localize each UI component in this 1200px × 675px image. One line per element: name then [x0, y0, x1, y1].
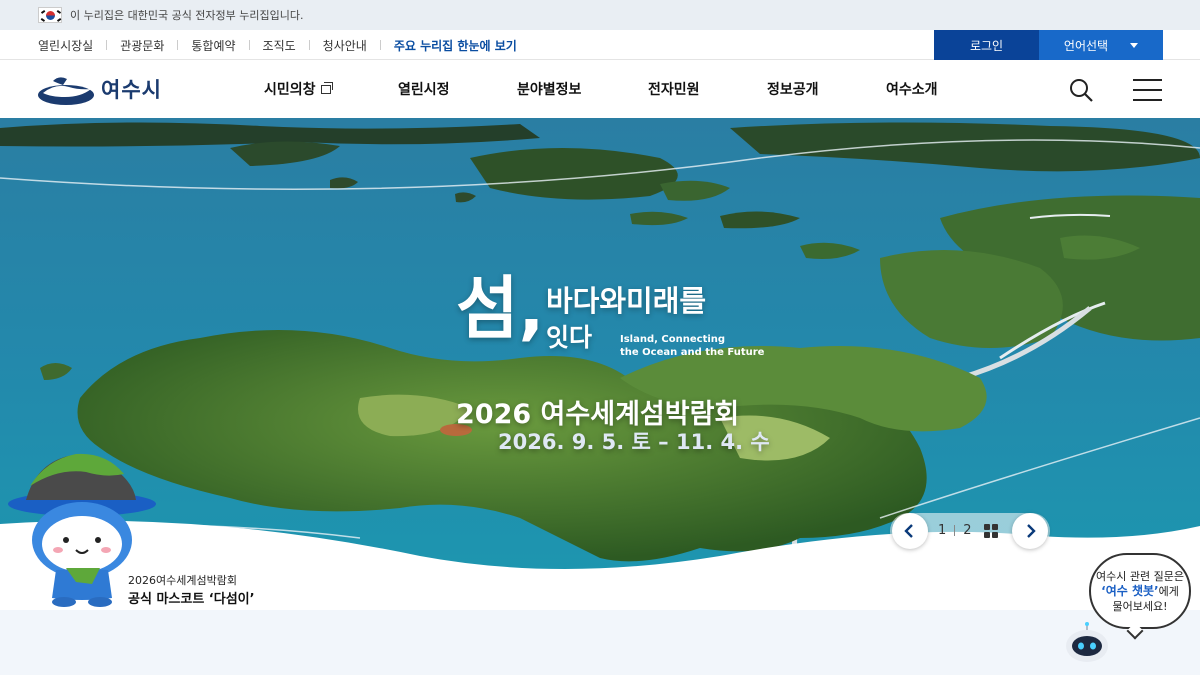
yeosu-logo-icon	[38, 77, 94, 105]
slider-controls: 1 2	[890, 513, 1050, 549]
chevron-right-icon	[1027, 524, 1036, 538]
chatbot-line3: 물어보세요!	[1112, 600, 1168, 613]
chatbot-line2-suffix: 에게	[1158, 585, 1179, 598]
search-icon[interactable]	[1069, 78, 1093, 102]
language-select-button[interactable]: 언어선택	[1039, 30, 1163, 60]
nav-item-open-admin[interactable]: 열린시정	[398, 79, 517, 99]
util-link-mayor[interactable]: 열린시장실	[38, 37, 93, 54]
nav-item-field-info[interactable]: 분야별정보	[517, 79, 648, 99]
slider-next-button[interactable]	[1012, 513, 1048, 549]
gov-banner-text[interactable]: 이 누리집은 대한민국 공식 전자정부 누리집입니다.	[70, 7, 304, 23]
chatbot-bubble[interactable]: 여수시 관련 질문은 ‘여수 챗봇’에게 물어보세요!	[1089, 553, 1191, 640]
hero-banner[interactable]: 섬, 바다와미래를 잇다 Island, Connecting the Ocea…	[0, 118, 1200, 610]
mascot-caption-bottom: 공식 마스코트 ‘다섬이’	[128, 592, 255, 607]
hero-big-char: 섬,	[456, 270, 545, 349]
expo-date: 2026. 9. 5. 토 – 11. 4. 수	[498, 430, 770, 454]
util-link-reservation[interactable]: 통합예약	[191, 37, 235, 54]
util-link-cityhall-guide[interactable]: 청사안내	[323, 37, 367, 54]
util-link-organization[interactable]: 조직도	[263, 37, 296, 54]
chatbot-line1: 여수시 관련 질문은	[1096, 570, 1184, 583]
nav-label: 열린시정	[398, 82, 450, 98]
main-navigation: 시민의창 열린시정 분야별정보 전자민원 정보공개 여수소개	[264, 60, 938, 118]
utility-links: 열린시장실 관광문화 통합예약 조직도 청사안내 주요 누리집 한눈에 보기	[38, 30, 517, 60]
site-logo[interactable]: 여수시	[37, 73, 162, 105]
nav-label: 여수소개	[886, 82, 938, 98]
slider-prev-button[interactable]	[892, 513, 928, 549]
korea-flag-icon	[38, 7, 62, 23]
chevron-left-icon	[904, 524, 913, 538]
hamburger-menu-icon[interactable]	[1133, 79, 1162, 101]
site-header: 여수시 시민의창 열린시정 분야별정보 전자민원 정보공개 여수소개	[0, 60, 1200, 118]
nav-label: 전자민원	[648, 82, 700, 98]
hero-english-line2: the Ocean and the Future	[620, 347, 765, 358]
nav-item-e-civil[interactable]: 전자민원	[648, 79, 767, 99]
caret-down-icon	[1130, 42, 1139, 48]
util-link-tourism[interactable]: 관광문화	[120, 37, 164, 54]
nav-label: 정보공개	[767, 82, 819, 98]
mascot-caption-top: 2026여수세계섬박람회	[128, 574, 237, 587]
hero-english-line1: Island, Connecting	[620, 334, 726, 345]
nav-item-info-disclosure[interactable]: 정보공개	[767, 79, 886, 99]
external-link-icon	[320, 81, 333, 94]
chatbot-robot-icon[interactable]	[1064, 622, 1110, 664]
slider-pagination: 1 2	[938, 523, 972, 538]
language-select-label: 언어선택	[1063, 38, 1109, 53]
nav-label: 분야별정보	[517, 82, 582, 98]
chatbot-line2: ‘여수 챗봇’에게	[1091, 584, 1189, 599]
hero-line1: 바다와미래를	[546, 284, 707, 318]
grid-view-icon[interactable]	[984, 524, 998, 538]
nav-item-citizen[interactable]: 시민의창	[264, 79, 398, 99]
hero-line2: 잇다	[546, 323, 593, 352]
nav-label: 시민의창	[264, 82, 316, 98]
gov-banner: 이 누리집은 대한민국 공식 전자정부 누리집입니다.	[0, 0, 1200, 30]
slider-total: 2	[963, 523, 972, 538]
chatbot-highlight: ‘여수 챗봇’	[1101, 584, 1159, 598]
slider-current: 1	[938, 523, 947, 538]
util-link-major-sites[interactable]: 주요 누리집 한눈에 보기	[394, 37, 517, 54]
login-button[interactable]: 로그인	[934, 30, 1039, 60]
logo-text: 여수시	[101, 78, 162, 102]
nav-item-about-yeosu[interactable]: 여수소개	[886, 79, 938, 99]
